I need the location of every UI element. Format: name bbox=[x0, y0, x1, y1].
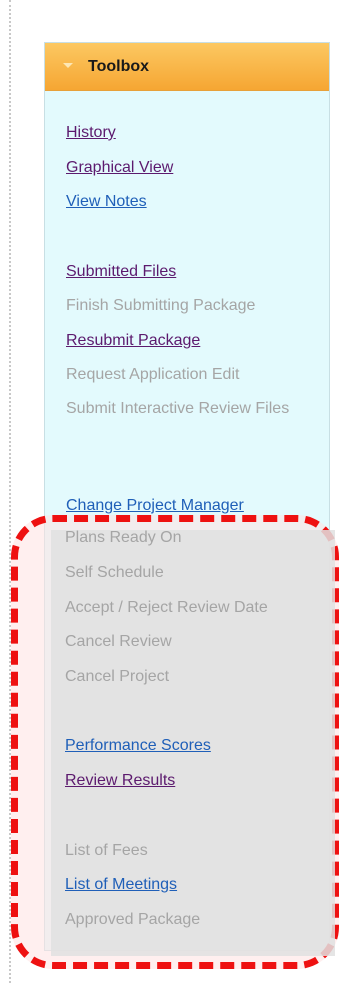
approved-package-item: Approved Package bbox=[65, 911, 201, 928]
resubmit-package-link[interactable]: Resubmit Package bbox=[66, 328, 200, 353]
cancel-project-item: Cancel Project bbox=[65, 668, 170, 685]
chevron-down-icon[interactable] bbox=[63, 63, 73, 68]
toolbox-panel: Toolbox History Graphical View View Note… bbox=[44, 42, 330, 951]
graphical-view-link[interactable]: Graphical View bbox=[66, 155, 173, 180]
left-divider bbox=[9, 0, 11, 983]
page: Toolbox History Graphical View View Note… bbox=[0, 0, 343, 983]
toolbox-title: Toolbox bbox=[88, 58, 150, 75]
list-of-meetings-link[interactable]: List of Meetings bbox=[65, 872, 177, 897]
plans-ready-on-item: Plans Ready On bbox=[65, 529, 182, 546]
request-application-edit-item: Request Application Edit bbox=[66, 366, 240, 383]
finish-submitting-package-item: Finish Submitting Package bbox=[66, 297, 256, 314]
cancel-review-item: Cancel Review bbox=[65, 633, 172, 650]
review-results-link[interactable]: Review Results bbox=[65, 768, 175, 793]
list-of-fees-item: List of Fees bbox=[65, 842, 148, 859]
submitted-files-link[interactable]: Submitted Files bbox=[66, 259, 176, 284]
performance-scores-link[interactable]: Performance Scores bbox=[65, 733, 211, 758]
view-notes-link[interactable]: View Notes bbox=[66, 189, 147, 214]
self-schedule-item: Self Schedule bbox=[65, 564, 164, 581]
history-link[interactable]: History bbox=[66, 120, 116, 145]
accept-reject-review-date-item: Accept / Reject Review Date bbox=[65, 599, 268, 616]
submit-interactive-review-files-item: Submit Interactive Review Files bbox=[66, 400, 290, 417]
change-project-manager-link[interactable]: Change Project Manager bbox=[66, 493, 244, 518]
toolbox-header[interactable]: Toolbox bbox=[45, 43, 329, 91]
